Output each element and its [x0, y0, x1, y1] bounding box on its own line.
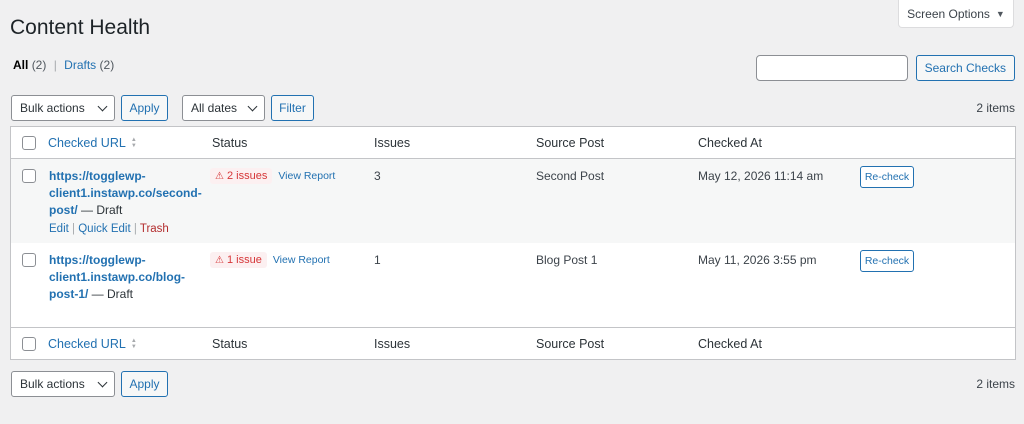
status-cell: ⚠ 1 issue View Report [210, 252, 330, 268]
sort-icon: ▲ ▼ [130, 137, 137, 149]
page-title: Content Health [10, 16, 151, 39]
checked-url-link[interactable]: https://togglewp-client1.instawp.co/seco… [49, 169, 202, 217]
search-input[interactable] [755, 55, 908, 81]
row-actions: Edit | Quick Edit | Trash [49, 223, 169, 235]
chevron-down-icon [97, 377, 108, 387]
status-filter-links: All (2) | Drafts (2) [13, 58, 114, 72]
sort-icon: ▲ ▼ [130, 338, 137, 350]
column-status: Status [212, 136, 248, 150]
tablenav-bottom: Bulk actions Apply [11, 371, 168, 397]
action-separator: | [72, 223, 76, 235]
edit-link[interactable]: Edit [49, 223, 69, 235]
warning-icon: ⚠ [215, 170, 224, 182]
column-issues: Issues [374, 136, 411, 150]
select-all-checkbox[interactable] [22, 136, 36, 150]
apply-button[interactable]: Apply [121, 95, 168, 121]
post-state: — Draft [77, 203, 123, 217]
warning-icon: ⚠ [215, 254, 224, 266]
items-count-bottom: 2 items [976, 377, 1015, 391]
tablenav-top: Bulk actions Apply All dates Filter [11, 95, 314, 121]
view-report-link[interactable]: View Report [278, 170, 335, 182]
row-checkbox[interactable] [22, 253, 36, 267]
status-badge: ⚠ 2 issues [210, 168, 273, 184]
source-post-link[interactable]: Blog Post 1 [536, 253, 597, 267]
filter-drafts[interactable]: Drafts [64, 58, 96, 72]
view-report-link[interactable]: View Report [273, 254, 330, 266]
source-post-link[interactable]: Second Post [536, 169, 604, 183]
quick-edit-link[interactable]: Quick Edit [78, 223, 130, 235]
column-status-footer: Status [212, 337, 248, 351]
filter-drafts-count: (2) [99, 58, 115, 72]
column-checked-at-footer: Checked At [698, 337, 762, 351]
filter-button[interactable]: Filter [271, 95, 314, 121]
bulk-actions-select[interactable]: Bulk actions [11, 95, 115, 121]
bulk-actions-select-bottom[interactable]: Bulk actions [11, 371, 115, 397]
table-row: https://togglewp-client1.instawp.co/blog… [11, 243, 1015, 327]
row-checkbox[interactable] [22, 169, 36, 183]
table-header: Checked URL ▲ ▼ Status Issues Source Post… [11, 127, 1015, 159]
select-all-checkbox-footer[interactable] [22, 337, 36, 351]
column-checked-url[interactable]: Checked URL ▲ ▼ [48, 136, 137, 150]
column-checked-url-footer[interactable]: Checked URL ▲ ▼ [48, 337, 137, 351]
checked-at: May 11, 2026 3:55 pm [698, 253, 817, 267]
table-footer: Checked URL ▲ ▼ Status Issues Source Post… [11, 327, 1015, 359]
recheck-button[interactable]: Re-check [860, 166, 914, 188]
chevron-down-icon [247, 101, 258, 111]
column-checked-at: Checked At [698, 136, 762, 150]
filter-all-count: (2) [31, 58, 47, 72]
screen-options-button[interactable]: Screen Options ▼ [898, 0, 1014, 28]
action-separator: | [133, 223, 137, 235]
table-row: https://togglewp-client1.instawp.co/seco… [11, 159, 1015, 243]
dates-select[interactable]: All dates [182, 95, 265, 121]
column-source-post-footer: Source Post [536, 337, 605, 351]
status-badge: ⚠ 1 issue [210, 252, 267, 268]
apply-button-bottom[interactable]: Apply [121, 371, 168, 397]
column-source-post: Source Post [536, 136, 605, 150]
post-state: — Draft [88, 287, 134, 301]
trash-link[interactable]: Trash [140, 223, 169, 235]
issues-count: 3 [374, 169, 381, 183]
filter-all[interactable]: All [13, 58, 28, 72]
caret-down-icon: ▼ [995, 8, 1005, 19]
checked-at: May 12, 2026 11:14 am [698, 169, 824, 183]
items-count-top: 2 items [976, 101, 1015, 115]
recheck-button[interactable]: Re-check [860, 250, 914, 272]
search-box: Search Checks [755, 55, 1015, 81]
filter-separator: | [53, 58, 57, 72]
checked-url-cell: https://togglewp-client1.instawp.co/seco… [49, 168, 209, 219]
column-issues-footer: Issues [374, 337, 411, 351]
checks-table: Checked URL ▲ ▼ Status Issues Source Post… [10, 126, 1016, 360]
search-checks-button[interactable]: Search Checks [915, 55, 1015, 81]
issues-count: 1 [374, 253, 381, 267]
screen-options-label: Screen Options [907, 6, 990, 21]
checked-url-cell: https://togglewp-client1.instawp.co/blog… [49, 252, 209, 303]
status-cell: ⚠ 2 issues View Report [210, 168, 335, 184]
chevron-down-icon [97, 101, 108, 111]
